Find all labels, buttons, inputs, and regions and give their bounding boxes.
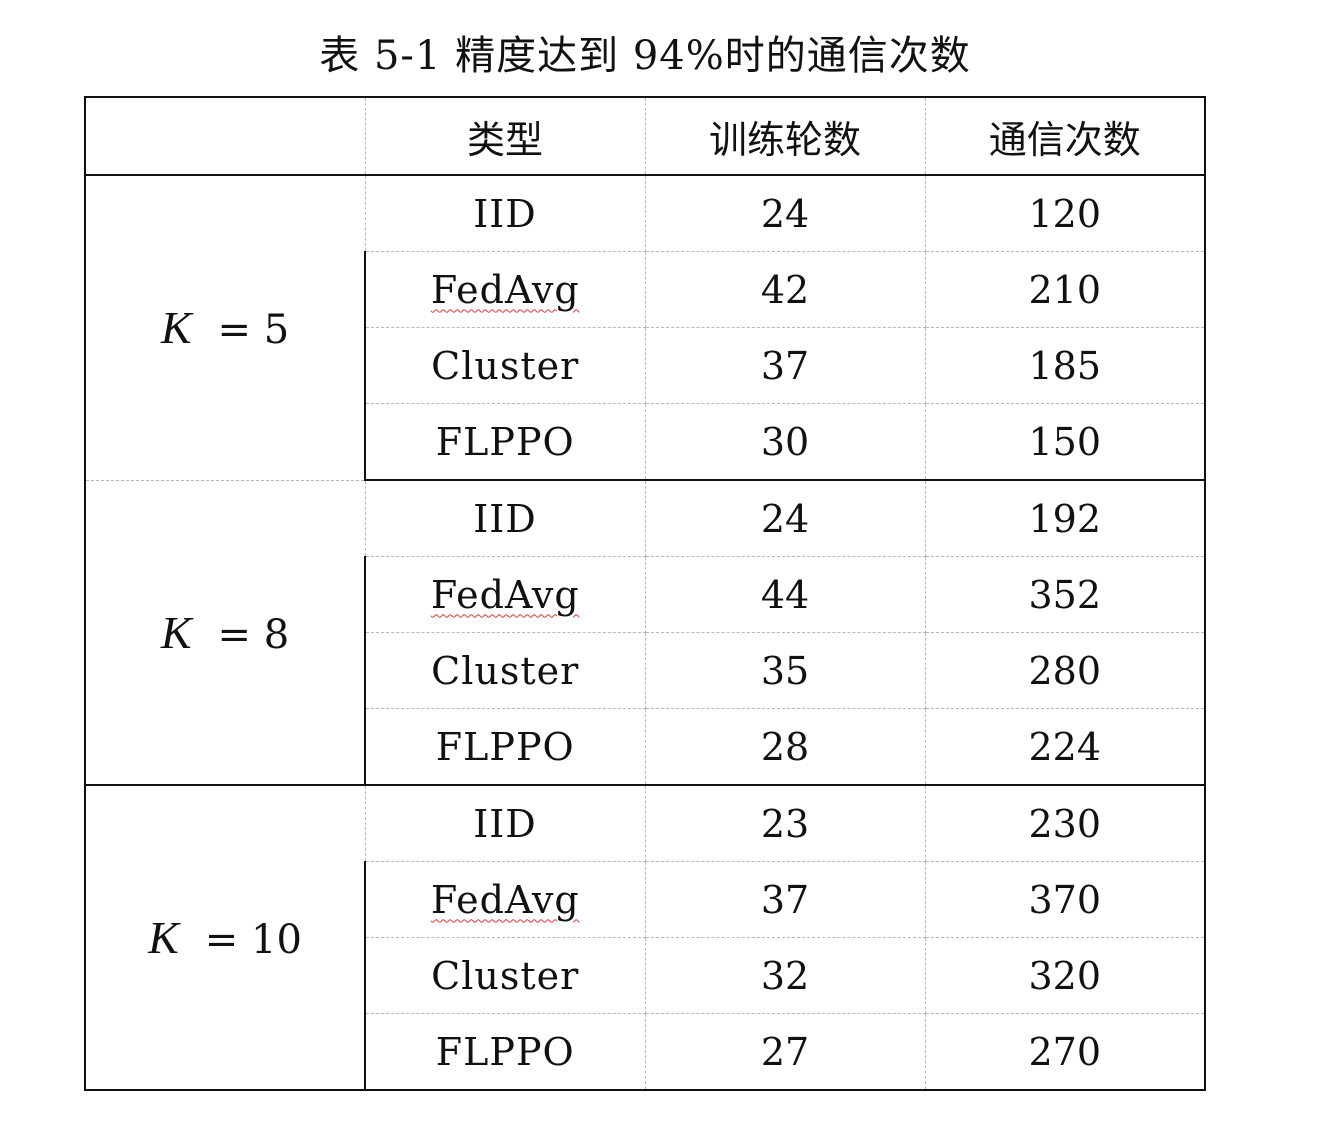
table-row: K = 5 IID 24 120 (84, 174, 1206, 481)
type-cell: FLPPO (364, 1013, 646, 1091)
rounds-cell: 44 (644, 556, 926, 633)
comms-cell: 270 (924, 1013, 1206, 1091)
comms-cell: 370 (924, 861, 1206, 938)
spellcheck-word: FedAvg (430, 877, 580, 922)
header-comms: 通信次数 (924, 96, 1206, 176)
type-cell: FedAvg (364, 861, 646, 938)
k-value: = 10 (204, 917, 302, 963)
k-value: = 8 (217, 611, 290, 658)
type-cell: IID (364, 784, 646, 862)
type-cell: FLPPO (364, 403, 646, 481)
rounds-cell: 30 (644, 403, 926, 481)
k-variable: K (160, 302, 192, 354)
k-value: = 5 (217, 307, 290, 354)
comms-cell: 280 (924, 632, 1206, 709)
group-label-k10: K = 10 (84, 784, 366, 1091)
group-label-k8: K = 8 (84, 479, 366, 786)
spellcheck-word: FedAvg (430, 572, 580, 617)
rounds-cell: 32 (644, 937, 926, 1014)
rounds-cell: 27 (644, 1013, 926, 1091)
spellcheck-word: FedAvg (430, 267, 580, 312)
header-row: 类型 训练轮数 通信次数 (84, 96, 1206, 176)
rounds-cell: 23 (644, 784, 926, 862)
k-variable: K (160, 606, 192, 658)
table-row: K = 10 IID 23 230 (84, 784, 1206, 1091)
type-cell: Cluster (364, 327, 646, 404)
comms-cell: 210 (924, 251, 1206, 328)
comms-cell: 192 (924, 479, 1206, 557)
comms-cell: 120 (924, 174, 1206, 252)
type-cell: Cluster (364, 632, 646, 709)
rounds-cell: 28 (644, 708, 926, 786)
rounds-cell: 24 (644, 174, 926, 252)
header-rounds: 训练轮数 (644, 96, 926, 176)
type-cell: Cluster (364, 937, 646, 1014)
comms-cell: 224 (924, 708, 1206, 786)
header-type: 类型 (364, 96, 646, 176)
type-cell: IID (364, 479, 646, 557)
comms-cell: 352 (924, 556, 1206, 633)
type-cell: FLPPO (364, 708, 646, 786)
rounds-cell: 24 (644, 479, 926, 557)
comms-cell: 150 (924, 403, 1206, 481)
results-table: 类型 训练轮数 通信次数 K = 5 IID 24 120 FedAvg 42 2… (84, 96, 1206, 1091)
comms-cell: 185 (924, 327, 1206, 404)
table-caption: 表 5-1 精度达到 94%时的通信次数 (319, 33, 971, 79)
rounds-cell: 37 (644, 861, 926, 938)
rounds-cell: 35 (644, 632, 926, 709)
comms-cell: 230 (924, 784, 1206, 862)
type-cell: FedAvg (364, 251, 646, 328)
type-cell: FedAvg (364, 556, 646, 633)
header-empty (84, 96, 366, 176)
table-row: K = 8 IID 24 192 (84, 479, 1206, 786)
type-cell: IID (364, 174, 646, 252)
rounds-cell: 37 (644, 327, 926, 404)
rounds-cell: 42 (644, 251, 926, 328)
k-variable: K (148, 912, 179, 963)
comms-cell: 320 (924, 937, 1206, 1014)
group-label-k5: K = 5 (84, 174, 366, 481)
